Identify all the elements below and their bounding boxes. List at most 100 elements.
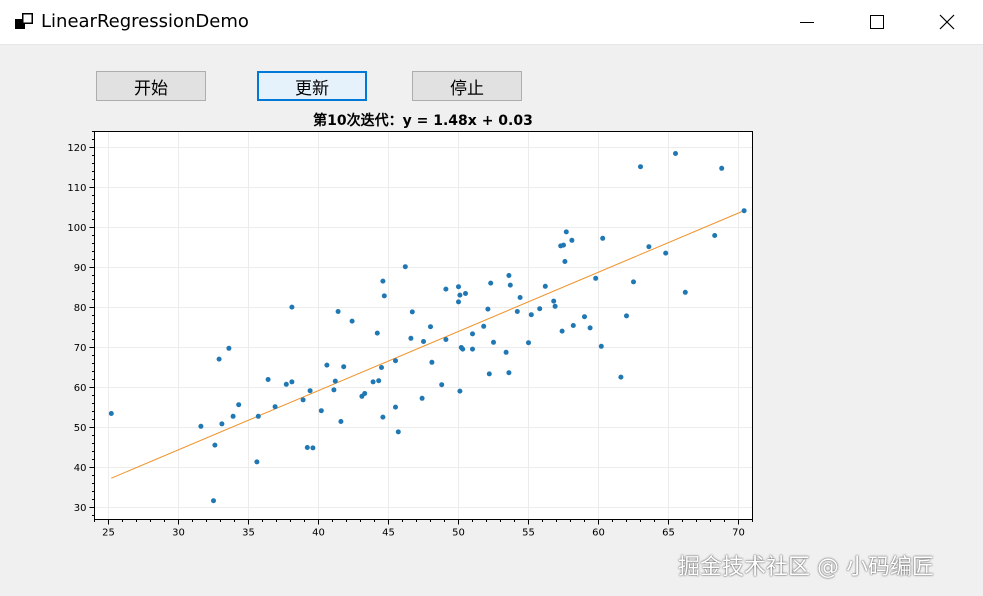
data-point bbox=[255, 413, 261, 419]
data-point bbox=[332, 378, 338, 384]
y-tick-label: 80 bbox=[74, 303, 87, 314]
data-point bbox=[395, 429, 401, 435]
data-point bbox=[506, 273, 512, 278]
data-point bbox=[507, 282, 513, 288]
data-point bbox=[624, 313, 629, 319]
data-point bbox=[526, 340, 531, 346]
data-point bbox=[528, 312, 534, 318]
data-point bbox=[570, 323, 576, 328]
data-point bbox=[300, 397, 306, 403]
data-point bbox=[236, 402, 242, 408]
data-point bbox=[503, 349, 509, 355]
data-point bbox=[341, 364, 347, 370]
data-point bbox=[226, 345, 232, 351]
y-tick-label: 70 bbox=[74, 343, 87, 354]
data-point bbox=[428, 324, 433, 330]
data-point bbox=[230, 413, 236, 419]
data-point bbox=[349, 318, 355, 324]
data-point bbox=[682, 289, 688, 295]
watermark: 掘金技术社区 @ 小码编匠 bbox=[678, 555, 934, 580]
data-point bbox=[318, 408, 324, 414]
data-point bbox=[562, 259, 568, 264]
data-point bbox=[198, 423, 204, 429]
data-point bbox=[719, 165, 725, 171]
data-point bbox=[419, 395, 425, 401]
data-point bbox=[380, 278, 386, 284]
data-point bbox=[393, 358, 398, 364]
y-tick-label: 120 bbox=[67, 143, 86, 154]
x-tick-label: 30 bbox=[172, 528, 185, 539]
data-point bbox=[456, 284, 461, 290]
data-point bbox=[289, 379, 295, 385]
data-point bbox=[463, 291, 468, 296]
data-point bbox=[108, 411, 114, 416]
data-point bbox=[600, 235, 606, 241]
data-point bbox=[488, 280, 494, 286]
data-point bbox=[485, 306, 491, 312]
data-point bbox=[587, 325, 593, 331]
data-point bbox=[439, 382, 445, 388]
data-point bbox=[380, 414, 386, 420]
y-tick-label: 50 bbox=[74, 423, 87, 434]
data-point bbox=[443, 337, 449, 342]
data-point bbox=[443, 286, 449, 292]
data-point bbox=[289, 304, 295, 310]
data-point bbox=[254, 459, 260, 465]
x-tick-label: 50 bbox=[452, 528, 465, 539]
data-point bbox=[663, 250, 669, 256]
data-point bbox=[421, 339, 426, 344]
data-point bbox=[470, 331, 475, 337]
data-point bbox=[598, 343, 604, 349]
y-tick-label: 30 bbox=[74, 503, 87, 514]
data-point bbox=[470, 346, 475, 352]
x-tick-label: 40 bbox=[312, 528, 325, 539]
data-point bbox=[593, 275, 599, 281]
data-point bbox=[537, 306, 543, 312]
data-point bbox=[409, 309, 415, 315]
data-point bbox=[569, 237, 575, 243]
data-point bbox=[552, 303, 558, 309]
data-point bbox=[370, 379, 376, 385]
data-point bbox=[304, 445, 310, 450]
x-tick-label: 45 bbox=[382, 528, 395, 539]
data-point bbox=[324, 362, 330, 368]
data-point bbox=[559, 328, 565, 334]
data-point bbox=[491, 339, 496, 345]
data-point bbox=[460, 346, 466, 352]
scatter-chart: 25 30 35 40 45 50 55 60 65 70 30 40 50 60 70 80 90 100 110… bbox=[67, 131, 753, 539]
data-point bbox=[338, 419, 344, 424]
data-point bbox=[712, 233, 718, 238]
data-point bbox=[457, 388, 463, 394]
data-point bbox=[381, 293, 387, 299]
y-tick-label: 110 bbox=[67, 183, 86, 194]
x-tick-label: 70 bbox=[732, 528, 745, 539]
data-point bbox=[408, 335, 414, 341]
data-point bbox=[307, 388, 313, 394]
data-point bbox=[211, 498, 216, 504]
data-point bbox=[335, 309, 341, 314]
data-point bbox=[561, 242, 566, 248]
data-point bbox=[618, 374, 624, 380]
data-point bbox=[456, 299, 461, 305]
data-point bbox=[379, 365, 384, 370]
data-point bbox=[486, 371, 492, 377]
data-point bbox=[638, 164, 643, 170]
data-point bbox=[376, 378, 382, 384]
plot-area bbox=[94, 131, 753, 520]
data-point bbox=[673, 151, 678, 156]
x-tick-label: 35 bbox=[242, 528, 255, 539]
x-tick-label: 25 bbox=[102, 528, 115, 539]
data-point bbox=[551, 298, 557, 304]
y-tick-label: 90 bbox=[74, 263, 87, 274]
data-point bbox=[582, 314, 587, 320]
x-tick-label: 55 bbox=[522, 528, 535, 539]
data-point bbox=[506, 370, 512, 376]
data-point bbox=[219, 421, 225, 427]
y-tick-label: 40 bbox=[74, 463, 87, 474]
x-tick-label: 60 bbox=[592, 528, 605, 539]
data-point bbox=[374, 330, 380, 336]
data-point bbox=[331, 387, 337, 393]
data-point bbox=[542, 283, 548, 289]
data-point bbox=[429, 359, 435, 365]
data-point bbox=[393, 404, 398, 410]
